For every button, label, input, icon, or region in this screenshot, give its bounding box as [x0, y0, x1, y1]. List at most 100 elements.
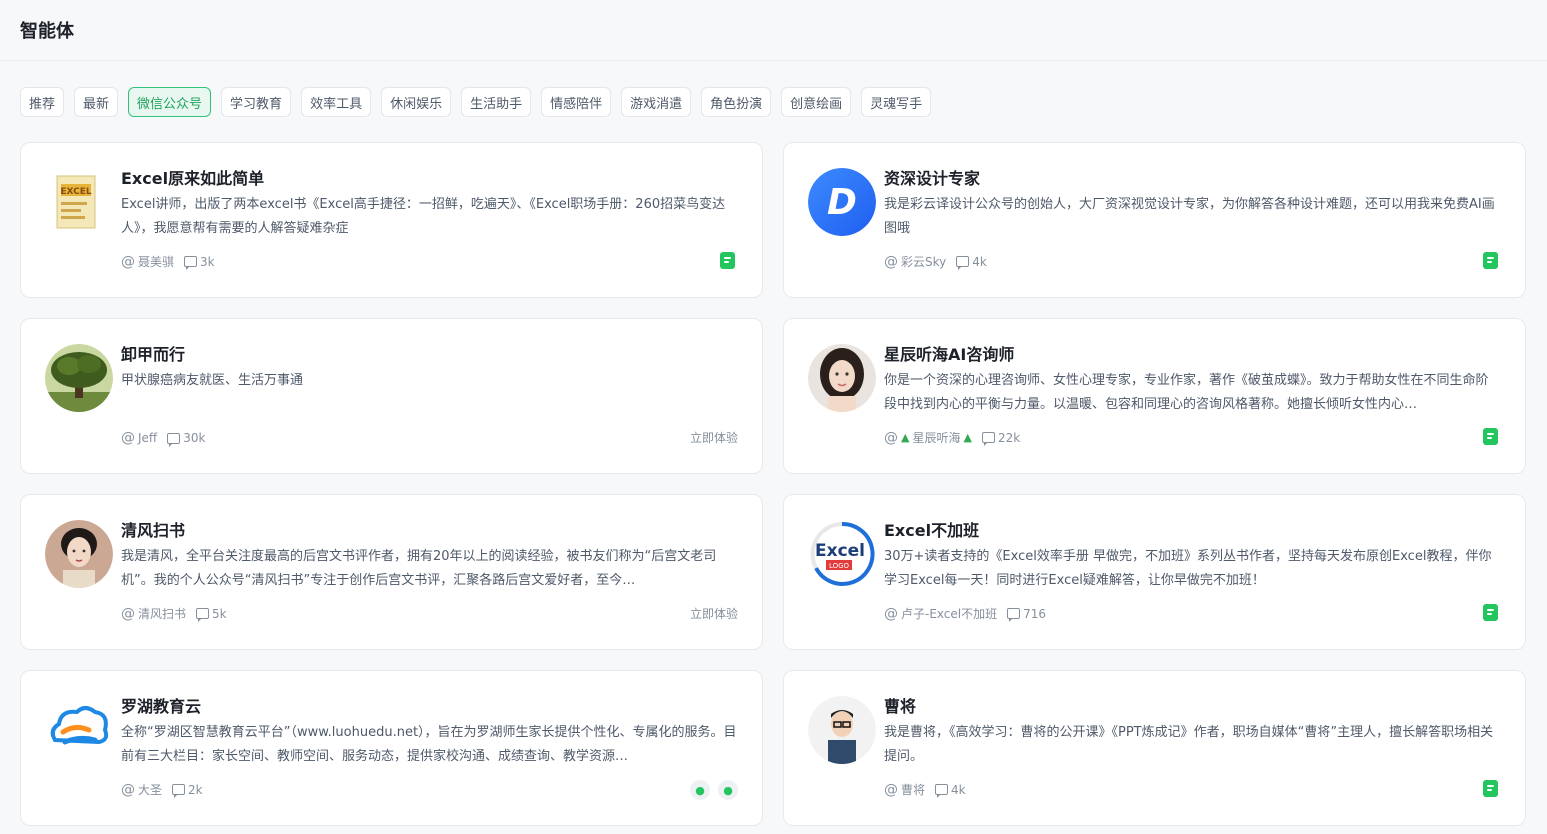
- at-icon: @: [121, 605, 135, 622]
- tab-latest[interactable]: 最新: [74, 87, 119, 117]
- agent-author: @ Jeff: [121, 430, 157, 446]
- author-name: 大圣: [138, 783, 163, 797]
- agent-avatar: [45, 344, 113, 412]
- chat-icon[interactable]: ●: [718, 780, 738, 800]
- wechat-article-icon[interactable]: [1483, 252, 1498, 269]
- tab-games[interactable]: 游戏消遣: [621, 87, 692, 117]
- agent-meta: @ 彩云Sky 4k: [884, 253, 987, 270]
- agent-title: 曹将: [884, 697, 917, 716]
- agent-avatar: [45, 696, 113, 764]
- tab-writer[interactable]: 灵魂写手: [861, 87, 932, 117]
- tree-icon: ▲: [901, 431, 910, 444]
- agent-usage: 2k: [172, 782, 203, 798]
- tab-education[interactable]: 学习教育: [221, 87, 292, 117]
- agent-card-grid: EXCEL Excel原来如此简单 Excel讲师，出版了两本excel书《Ex…: [20, 142, 1526, 826]
- agent-description: 全称“罗湖区智慧教育云平台”（www.luohuedu.net），旨在为罗湖师生…: [121, 725, 737, 764]
- usage-count: 3k: [200, 254, 215, 269]
- agent-title: 资深设计专家: [884, 169, 981, 188]
- agent-description: 30万+读者支持的《Excel效率手册 早做完，不加班》系列丛书作者，坚持每天发…: [884, 549, 1492, 588]
- agent-usage: 3k: [184, 254, 215, 270]
- author-name: 星辰听海: [912, 431, 961, 445]
- agent-description: Excel讲师，出版了两本excel书《Excel高手捷径：一招鲜，吃遍天》、《…: [121, 197, 726, 236]
- agent-usage: 30k: [167, 431, 206, 447]
- tab-life-assistant[interactable]: 生活助手: [461, 87, 532, 117]
- usage-count: 22k: [997, 430, 1021, 445]
- agent-author: @ 卢子-Excel不加班: [884, 605, 997, 622]
- comment-icon: [956, 256, 970, 270]
- agent-author: @ 大圣: [121, 781, 162, 798]
- agent-card[interactable]: 清风扫书 我是清风，全平台关注度最高的后宫文书评作者，拥有20年以上的阅读经验，…: [20, 494, 763, 650]
- agent-description: 甲状腺癌病友就医、生活万事通: [121, 373, 304, 388]
- comment-icon: [172, 784, 186, 798]
- agent-avatar: [808, 696, 876, 764]
- author-name: 卢子-Excel不加班: [901, 607, 998, 621]
- user-icon[interactable]: ●: [690, 780, 710, 800]
- agent-author: @ 聂美骐: [121, 253, 174, 270]
- wechat-article-icon[interactable]: [720, 252, 735, 269]
- agent-usage: 22k: [981, 430, 1021, 446]
- agent-title: 罗湖教育云: [121, 697, 202, 716]
- agent-description: 我是清风，全平台关注度最高的后宫文书评作者，拥有20年以上的阅读经验，被书友们称…: [121, 549, 717, 588]
- agent-description: 我是彩云译设计公众号的创始人，大厂资深视觉设计专家，为你解答各种设计难题，还可以…: [884, 197, 1495, 236]
- tree-icon: ▲: [963, 431, 972, 444]
- svg-text:D: D: [827, 182, 857, 223]
- tab-recommend[interactable]: 推荐: [20, 87, 65, 117]
- agent-usage: 4k: [935, 782, 966, 798]
- agent-meta: @ 曹将 4k: [884, 781, 966, 798]
- agent-badges: ● ●: [690, 780, 738, 800]
- agent-avatar: EXCEL: [45, 168, 113, 236]
- svg-text:LOGO: LOGO: [829, 562, 850, 570]
- at-icon: @: [121, 253, 135, 270]
- tab-wechat-official[interactable]: 微信公众号: [128, 87, 212, 117]
- agent-card[interactable]: 罗湖教育云 全称“罗湖区智慧教育云平台”（www.luohuedu.net），旨…: [20, 670, 763, 826]
- page-header: 智能体: [0, 0, 1547, 61]
- comment-icon: [167, 432, 181, 447]
- tab-leisure[interactable]: 休闲娱乐: [381, 87, 452, 117]
- author-name: 聂美骐: [138, 255, 175, 269]
- tab-roleplay[interactable]: 角色扮演: [701, 87, 772, 117]
- agent-usage: 716: [1007, 606, 1047, 622]
- page-title: 智能体: [20, 21, 74, 42]
- agent-card[interactable]: 卸甲而行 甲状腺癌病友就医、生活万事通 @ Jeff 30k 立即体验: [20, 318, 763, 474]
- usage-count: 30k: [183, 431, 206, 445]
- at-icon: @: [884, 253, 898, 270]
- at-icon: @: [884, 605, 898, 622]
- agent-description: 你是一个资深的心理咨询师、女性心理专家，专业作家，著作《破茧成蝶》。致力于帮助女…: [884, 373, 1489, 412]
- agent-title: 卸甲而行: [121, 345, 186, 364]
- try-now-link[interactable]: 立即体验: [690, 429, 738, 446]
- agent-meta: @ 清风扫书 5k: [121, 605, 227, 622]
- agent-title: Excel不加班: [884, 521, 980, 540]
- usage-count: 2k: [188, 782, 203, 797]
- agent-card[interactable]: 星辰听海AI咨询师 你是一个资深的心理咨询师、女性心理专家，专业作家，著作《破茧…: [783, 318, 1526, 474]
- wechat-article-icon[interactable]: [1483, 428, 1498, 445]
- usage-count: 4k: [951, 782, 966, 797]
- at-icon: @: [884, 429, 898, 446]
- svg-text:EXCEL: EXCEL: [60, 187, 92, 197]
- wechat-article-icon[interactable]: [1483, 780, 1498, 797]
- tab-companion[interactable]: 情感陪伴: [541, 87, 612, 117]
- try-now-link[interactable]: 立即体验: [690, 605, 738, 622]
- comment-icon: [935, 784, 949, 798]
- agent-avatar: [45, 520, 113, 588]
- agent-card[interactable]: EXCEL Excel原来如此简单 Excel讲师，出版了两本excel书《Ex…: [20, 142, 763, 298]
- svg-text:Excel: Excel: [815, 541, 865, 561]
- wechat-article-icon[interactable]: [1483, 604, 1498, 621]
- tab-creative-drawing[interactable]: 创意绘画: [781, 87, 852, 117]
- usage-count: 4k: [972, 254, 987, 269]
- agent-card[interactable]: D 资深设计专家 我是彩云译设计公众号的创始人，大厂资深视觉设计专家，为你解答各…: [783, 142, 1526, 298]
- agent-card[interactable]: Excel LOGO Excel不加班 30万+读者支持的《Excel效率手册 …: [783, 494, 1526, 650]
- agent-title: 星辰听海AI咨询师: [884, 345, 1015, 364]
- agent-meta: @ 大圣 2k: [121, 781, 203, 798]
- agent-avatar: Excel LOGO: [808, 520, 876, 588]
- author-name: 清风扫书: [138, 607, 187, 621]
- usage-count: 5k: [212, 606, 227, 621]
- usage-count: 716: [1023, 606, 1047, 621]
- comment-icon: [981, 432, 995, 446]
- category-tabs: 推荐 最新 微信公众号 学习教育 效率工具 休闲娱乐 生活助手 情感陪伴 游戏消…: [20, 87, 932, 117]
- comment-icon: [1007, 608, 1021, 622]
- comment-icon: [184, 256, 198, 270]
- tab-productivity[interactable]: 效率工具: [301, 87, 372, 117]
- agent-card[interactable]: 曹将 我是曹将，《高效学习：曹将的公开课》《PPT炼成记》作者，职场自媒体“曹将…: [783, 670, 1526, 826]
- comment-icon: [196, 608, 210, 622]
- at-icon: @: [121, 430, 135, 446]
